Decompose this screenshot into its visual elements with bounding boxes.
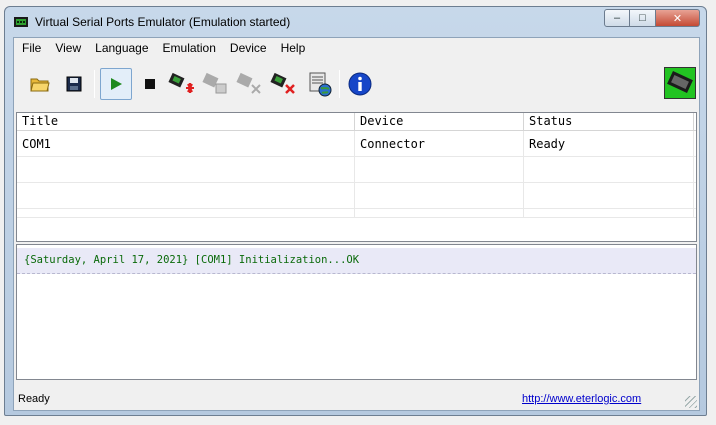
save-icon <box>66 76 82 92</box>
stop-emulation-icon <box>145 79 155 89</box>
caption-buttons: – □ ✕ <box>604 9 700 27</box>
menu-help[interactable]: Help <box>274 38 313 58</box>
menu-emulation[interactable]: Emulation <box>156 38 223 58</box>
device-properties-icon <box>202 72 227 94</box>
toolbar-separator <box>94 70 95 98</box>
maximize-button[interactable]: □ <box>630 9 656 27</box>
empty-row <box>17 209 696 218</box>
info-button[interactable] <box>344 68 376 100</box>
status-text: Ready <box>18 393 50 405</box>
devices-table: Title Device Status COM1 Connector Ready <box>16 112 697 242</box>
menu-file[interactable]: File <box>14 38 48 58</box>
column-header-device[interactable]: Device <box>355 113 524 130</box>
delete-all-devices-button[interactable] <box>268 68 300 100</box>
title-bar[interactable]: Virtual Serial Ports Emulator (Emulation… <box>5 7 706 37</box>
log-panel[interactable]: {Saturday, April 17, 2021} [COM1] Initia… <box>16 244 697 380</box>
close-button[interactable]: ✕ <box>656 9 700 27</box>
minimize-icon: – <box>613 12 621 24</box>
cell-status: Ready <box>524 131 694 156</box>
cell-device: Connector <box>355 131 524 156</box>
create-device-button[interactable] <box>166 68 198 100</box>
status-bar: Ready http://www.eterlogic.com <box>14 390 699 410</box>
maximize-icon: □ <box>639 12 646 24</box>
open-icon <box>30 78 50 92</box>
start-emulation-icon <box>111 78 122 90</box>
delete-all-devices-icon <box>270 72 295 94</box>
menu-device[interactable]: Device <box>223 38 274 58</box>
column-header-status[interactable]: Status <box>524 113 694 130</box>
resize-grip[interactable] <box>685 396 697 408</box>
info-icon <box>348 72 372 96</box>
menu-language[interactable]: Language <box>88 38 155 58</box>
device-properties-button[interactable] <box>200 68 232 100</box>
column-header-title[interactable]: Title <box>17 113 355 130</box>
delete-device-icon <box>236 72 261 94</box>
window-frame: Virtual Serial Ports Emulator (Emulation… <box>4 6 707 416</box>
delete-device-button[interactable] <box>234 68 266 100</box>
open-button[interactable] <box>24 68 56 100</box>
menu-bar: File View Language Emulation Device Help <box>14 38 699 58</box>
close-icon: ✕ <box>672 12 683 25</box>
menu-view[interactable]: View <box>48 38 88 58</box>
window-title: Virtual Serial Ports Emulator (Emulation… <box>35 15 291 29</box>
cell-title: COM1 <box>17 131 355 156</box>
device-network-icon <box>309 72 332 97</box>
minimize-button[interactable]: – <box>604 9 630 27</box>
create-device-icon <box>168 72 194 93</box>
device-network-button[interactable] <box>304 68 336 100</box>
table-header: Title Device Status <box>17 113 696 131</box>
start-emulation-button[interactable] <box>100 68 132 100</box>
toolbar <box>14 60 699 106</box>
stop-emulation-button[interactable] <box>134 68 166 100</box>
table-row[interactable]: COM1 Connector Ready <box>17 131 696 157</box>
log-entry: {Saturday, April 17, 2021} [COM1] Initia… <box>17 248 696 274</box>
com-port-icon <box>667 71 693 93</box>
save-button[interactable] <box>58 68 90 100</box>
app-window: Virtual Serial Ports Emulator (Emulation… <box>0 0 716 425</box>
com-port-button[interactable] <box>664 67 696 99</box>
website-link[interactable]: http://www.eterlogic.com <box>522 393 641 405</box>
empty-row <box>17 157 696 183</box>
empty-row <box>17 183 696 209</box>
client-area: File View Language Emulation Device Help <box>13 37 700 411</box>
serial-port-icon <box>14 17 28 27</box>
toolbar-separator <box>339 70 340 98</box>
